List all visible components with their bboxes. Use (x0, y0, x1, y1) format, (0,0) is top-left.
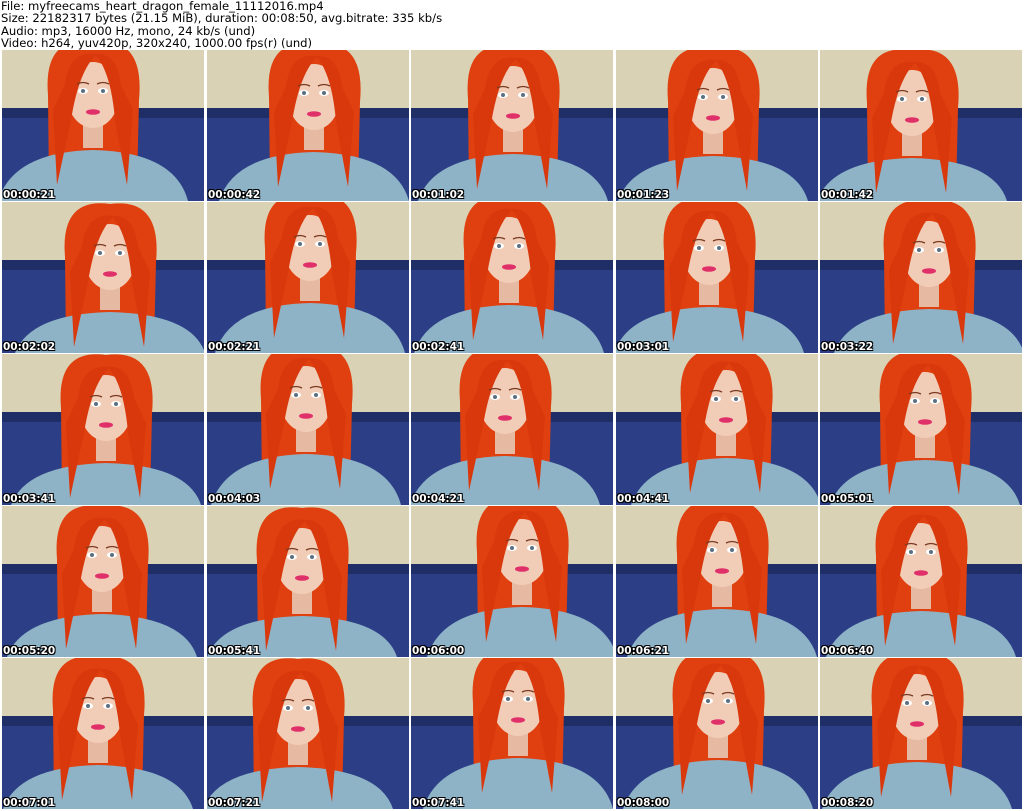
video-thumbnail: 00:04:03 (207, 354, 409, 505)
video-thumbnail: 00:01:23 (616, 50, 818, 201)
thumbnail-timestamp: 00:07:41 (412, 797, 465, 809)
video-thumbnail: 00:04:21 (411, 354, 613, 505)
video-thumbnail: 00:07:21 (207, 658, 409, 809)
thumbnail-image (820, 50, 1022, 201)
thumbnail-timestamp: 00:06:40 (821, 645, 874, 657)
video-thumbnail: 00:04:41 (616, 354, 818, 505)
thumbnail-image (2, 658, 204, 809)
thumbnail-image (2, 506, 204, 657)
thumbnail-image (411, 202, 613, 353)
thumbnail-timestamp: 00:04:21 (412, 493, 465, 505)
thumbnail-timestamp: 00:00:21 (3, 189, 56, 201)
thumbnail-timestamp: 00:05:41 (208, 645, 261, 657)
thumbnail-image (820, 202, 1022, 353)
thumbnail-image (207, 658, 409, 809)
thumbnail-image (411, 50, 613, 201)
thumbnail-image (616, 50, 818, 201)
video-thumbnail: 00:05:41 (207, 506, 409, 657)
thumbnail-image (820, 506, 1022, 657)
video-thumbnail: 00:03:22 (820, 202, 1022, 353)
thumbnail-timestamp: 00:01:23 (617, 189, 670, 201)
thumbnail-timestamp: 00:06:21 (617, 645, 670, 657)
file-size-line: Size: 22182317 bytes (21.15 MiB), durati… (1, 11, 443, 26)
thumbnail-timestamp: 00:03:01 (617, 341, 670, 353)
video-thumbnail: 00:07:01 (2, 658, 204, 809)
thumbnail-image (207, 50, 409, 201)
thumbnail-timestamp: 00:07:21 (208, 797, 261, 809)
thumbnail-timestamp: 00:08:00 (617, 797, 670, 809)
thumbnail-timestamp: 00:05:01 (821, 493, 874, 505)
thumbnail-timestamp: 00:02:21 (208, 341, 261, 353)
video-info-line: Video: h264, yuv420p, 320x240, 1000.00 f… (1, 36, 313, 51)
thumbnail-timestamp: 00:02:02 (3, 341, 56, 353)
video-thumbnail: 00:05:20 (2, 506, 204, 657)
thumbnail-timestamp: 00:03:22 (821, 341, 874, 353)
thumbnail-image (2, 354, 204, 505)
video-thumbnail: 00:01:42 (820, 50, 1022, 201)
thumbnail-timestamp: 00:05:20 (3, 645, 56, 657)
video-thumbnail: 00:06:40 (820, 506, 1022, 657)
thumbnail-image (411, 506, 613, 657)
thumbnail-timestamp: 00:04:41 (617, 493, 670, 505)
thumbnail-image (2, 202, 204, 353)
video-thumbnail: 00:08:20 (820, 658, 1022, 809)
thumbnail-image (616, 658, 818, 809)
thumbnail-grid: 00:00:21 00:00:42 00:01:02 00:01:23 00:01:42… (0, 50, 1024, 811)
thumbnail-image (207, 506, 409, 657)
video-thumbnail: 00:00:21 (2, 50, 204, 201)
thumbnail-image (207, 354, 409, 505)
video-thumbnail: 00:02:02 (2, 202, 204, 353)
video-thumbnail: 00:06:21 (616, 506, 818, 657)
thumbnail-timestamp: 00:08:20 (821, 797, 874, 809)
file-info-header: File: myfreecams_heart_dragon_female_111… (0, 0, 1024, 50)
video-thumbnail: 00:06:00 (411, 506, 613, 657)
thumbnail-timestamp: 00:03:41 (3, 493, 56, 505)
thumbnail-image (616, 354, 818, 505)
video-thumbnail: 00:03:01 (616, 202, 818, 353)
video-thumbnail: 00:02:21 (207, 202, 409, 353)
thumbnail-timestamp: 00:02:41 (412, 341, 465, 353)
thumbnail-timestamp: 00:01:02 (412, 189, 465, 201)
video-thumbnail: 00:00:42 (207, 50, 409, 201)
thumbnail-timestamp: 00:04:03 (208, 493, 261, 505)
thumbnail-timestamp: 00:06:00 (412, 645, 465, 657)
thumbnail-timestamp: 00:07:01 (3, 797, 56, 809)
thumbnail-image (411, 354, 613, 505)
thumbnail-image (616, 506, 818, 657)
thumbnail-image (411, 658, 613, 809)
video-thumbnail: 00:05:01 (820, 354, 1022, 505)
thumbnail-image (207, 202, 409, 353)
thumbnail-image (820, 658, 1022, 809)
thumbnail-timestamp: 00:00:42 (208, 189, 261, 201)
thumbnail-timestamp: 00:01:42 (821, 189, 874, 201)
thumbnail-image (820, 354, 1022, 505)
thumbnail-image (616, 202, 818, 353)
video-thumbnail: 00:01:02 (411, 50, 613, 201)
video-thumbnail: 00:02:41 (411, 202, 613, 353)
thumbnail-image (2, 50, 204, 201)
video-thumbnail: 00:07:41 (411, 658, 613, 809)
video-thumbnail: 00:03:41 (2, 354, 204, 505)
video-thumbnail: 00:08:00 (616, 658, 818, 809)
